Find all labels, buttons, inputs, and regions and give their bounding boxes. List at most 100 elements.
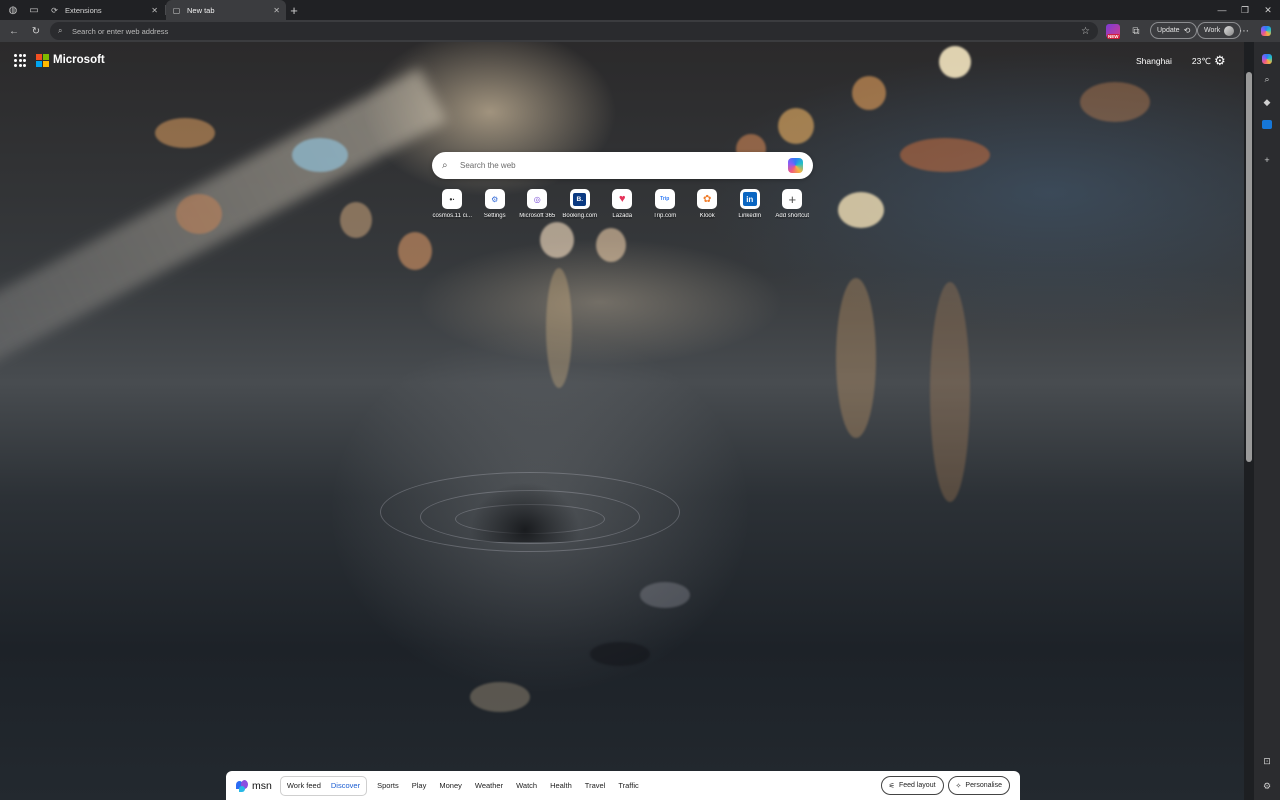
feed-switcher: Work feed Discover — [279, 775, 368, 796]
shortcut-klook[interactable]: ✿ Klook — [686, 189, 729, 219]
discover-tab[interactable]: Discover — [331, 781, 360, 790]
feed-nav-watch[interactable]: Watch — [516, 781, 537, 790]
tab-actions-icon[interactable]: ▭ — [23, 0, 45, 20]
shortcut-list: •· cosmos.11 ci... ⚙ Settings ◎ Microsof… — [431, 189, 814, 219]
copilot-sidebar-icon[interactable] — [1260, 52, 1274, 66]
search-icon: ⌕ — [442, 160, 448, 171]
personalise-button[interactable]: ✧ Personalise — [947, 776, 1010, 795]
feed-layout-label: Feed layout — [898, 782, 936, 789]
weather-temperature: 23℃ — [1191, 56, 1211, 66]
msn-butterfly-icon — [236, 779, 250, 792]
address-placeholder: Search or enter web address — [72, 26, 169, 36]
add-sidebar-app-icon[interactable]: + — [1260, 153, 1274, 167]
tab-new-tab[interactable]: ▢ New tab ✕ — [166, 0, 286, 20]
page-settings-icon[interactable]: ⚙ — [1214, 53, 1226, 69]
restore-button[interactable]: ❐ — [1233, 0, 1257, 20]
new-tab-button[interactable]: + — [286, 2, 302, 18]
shortcut-settings[interactable]: ⚙ Settings — [474, 189, 517, 219]
shortcut-booking[interactable]: B. Booking.com — [559, 189, 602, 219]
feed-categories: Sports Play Money Weather Watch Health T… — [377, 781, 639, 790]
background-image — [590, 642, 650, 666]
msn-label: msn — [252, 779, 272, 792]
page-scrollbar[interactable] — [1244, 42, 1254, 800]
sidebar-layout-icon[interactable]: ⊡ — [1260, 754, 1274, 768]
shortcut-microsoft-365[interactable]: ◎ Microsoft 365 — [516, 189, 559, 219]
work-feed-tab[interactable]: Work feed — [287, 781, 321, 790]
shortcut-lazada[interactable]: ♥ Lazada — [601, 189, 644, 219]
feed-nav-money[interactable]: Money — [439, 781, 462, 790]
tab-extensions[interactable]: ⟳ Extensions ✕ — [44, 0, 164, 20]
weather-city: Shanghai — [1136, 56, 1172, 66]
close-icon[interactable]: ✕ — [151, 6, 158, 15]
search-input[interactable] — [460, 161, 788, 170]
shortcut-label: cosmos.11 ci... — [432, 213, 473, 219]
background-image — [470, 682, 530, 712]
minimize-button[interactable]: — — [1210, 0, 1234, 20]
background-image — [640, 582, 690, 608]
profile-icon[interactable]: ◍ — [2, 0, 24, 20]
app-launcher-icon[interactable] — [14, 54, 28, 68]
tab-label: Extensions — [65, 5, 102, 15]
shortcut-label: Microsoft 365 — [519, 213, 556, 219]
feed-nav-sports[interactable]: Sports — [377, 781, 399, 790]
background-image — [930, 282, 970, 502]
add-shortcut-button[interactable]: + Add shortcut — [771, 189, 814, 219]
web-search-box[interactable]: ⌕ — [432, 152, 813, 179]
background-image — [340, 202, 372, 238]
avatar — [1224, 25, 1235, 36]
background-image — [900, 138, 990, 172]
background-image — [155, 118, 215, 148]
feed-nav-health[interactable]: Health — [550, 781, 572, 790]
brand-name: Microsoft — [53, 54, 105, 66]
shortcut-linkedin[interactable]: in LinkedIn — [729, 189, 772, 219]
search-icon: ⌕ — [58, 26, 63, 35]
close-icon[interactable]: ✕ — [273, 6, 280, 15]
more-menu-icon[interactable]: ⋯ — [1236, 23, 1252, 39]
background-image — [852, 76, 886, 110]
background-image — [838, 192, 884, 228]
feed-nav-travel[interactable]: Travel — [585, 781, 606, 790]
tab-label: New tab — [187, 5, 215, 15]
microsoft-logo[interactable]: Microsoft — [36, 54, 105, 67]
msn-logo[interactable]: msn — [236, 779, 272, 792]
address-bar[interactable]: ⌕ Search or enter web address ☆ — [50, 22, 1098, 40]
new-feature-icon[interactable]: NEW — [1106, 24, 1120, 39]
scrollbar-thumb[interactable] — [1246, 72, 1252, 462]
refresh-button[interactable]: ↻ — [28, 23, 44, 39]
profile-button[interactable]: Work — [1197, 22, 1242, 39]
background-image — [596, 228, 626, 262]
feed-nav-traffic[interactable]: Traffic — [618, 781, 638, 790]
booking-icon: B. — [569, 189, 590, 209]
background-image — [546, 268, 572, 388]
copilot-icon[interactable] — [1258, 23, 1274, 39]
new-tab-page: Microsoft Shanghai 23℃ ⚙ ⌕ •· cosmos.11 … — [0, 42, 1244, 800]
sparkle-icon: ✧ — [955, 782, 962, 790]
copilot-icon[interactable] — [788, 158, 803, 173]
browser-toolbar: ← ↻ ⌕ Search or enter web address ☆ NEW … — [0, 20, 1280, 42]
microsoft-365-icon: ◎ — [527, 189, 548, 209]
feed-nav-play[interactable]: Play — [412, 781, 427, 790]
office-icon[interactable]: ◆ — [1260, 95, 1274, 109]
personalise-label: Personalise — [965, 782, 1002, 789]
shortcut-label: LinkedIn — [738, 213, 762, 219]
outlook-icon[interactable] — [1260, 117, 1274, 131]
search-icon[interactable]: ⌕ — [1260, 72, 1274, 86]
page-icon: ▢ — [172, 5, 181, 15]
close-window-button[interactable]: ✕ — [1256, 0, 1280, 20]
extensions-puzzle-icon[interactable]: ⧉ — [1128, 23, 1144, 39]
background-image — [176, 194, 222, 234]
settings-gear-icon: ⚙ — [484, 189, 505, 209]
shortcut-label: Klook — [699, 213, 715, 219]
sidebar-settings-icon[interactable]: ⚙ — [1260, 779, 1274, 793]
feed-nav-weather[interactable]: Weather — [475, 781, 503, 790]
update-button[interactable]: Update ⟲ — [1150, 22, 1198, 39]
favorite-star-icon[interactable]: ☆ — [1081, 26, 1090, 37]
shortcut-cosmos[interactable]: •· cosmos.11 ci... — [431, 189, 474, 219]
tab-strip: ◍ ▭ ⟳ Extensions ✕ ▢ New tab ✕ + — ❐ ✕ — [0, 0, 1280, 20]
new-badge: NEW — [1107, 34, 1120, 39]
feed-layout-button[interactable]: ⚟ Feed layout — [880, 776, 944, 795]
shortcut-trip[interactable]: Trip Trip.com — [644, 189, 687, 219]
lazada-heart-icon: ♥ — [612, 189, 633, 209]
weather-widget[interactable]: Shanghai 23℃ — [1136, 56, 1211, 67]
back-button[interactable]: ← — [6, 23, 22, 39]
